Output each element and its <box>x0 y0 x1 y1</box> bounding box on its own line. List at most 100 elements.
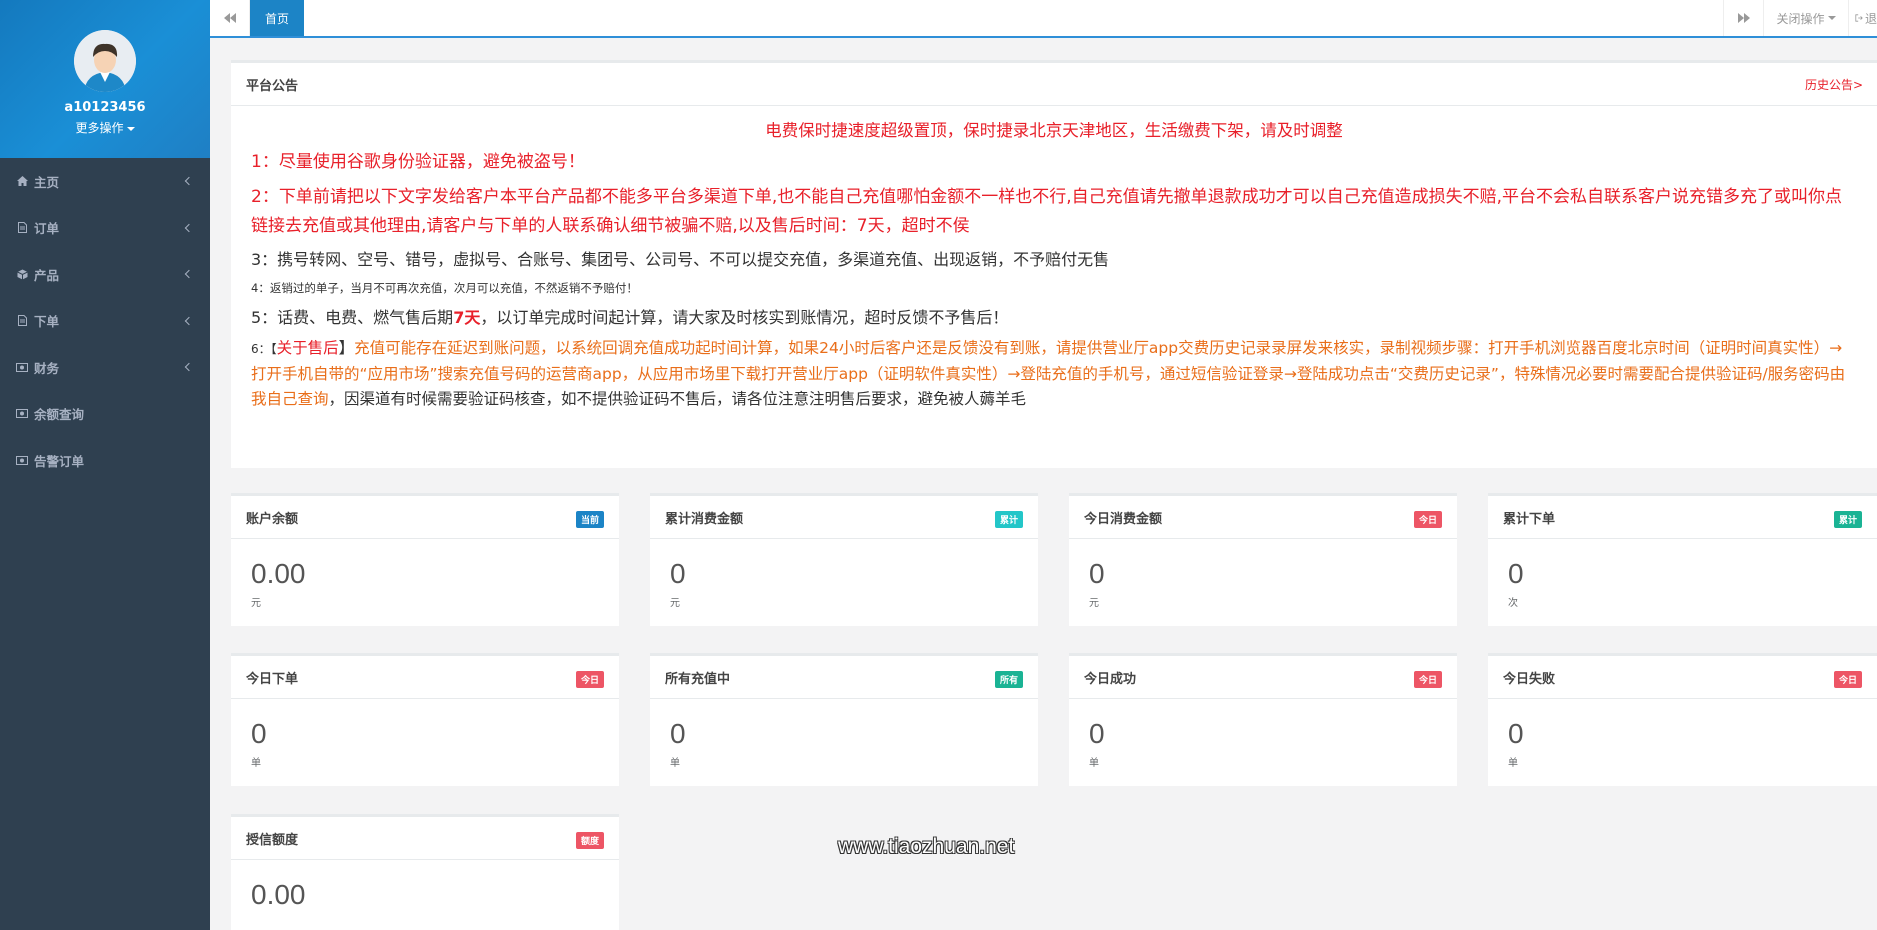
announcement-line-5: 5：话费、电费、燃气售后期7天，以订单完成时间起计算，请大家及时核实到账情况，超… <box>251 303 1857 332</box>
stat-card-unit: 次 <box>1508 598 1518 609</box>
stat-card-value: 0 <box>670 718 686 749</box>
stat-card-value: 0 <box>670 558 686 589</box>
sidebar-item-products[interactable]: 产品 <box>0 251 210 298</box>
history-announcements-link[interactable]: 历史公告> <box>1805 76 1863 93</box>
stat-card-title: 今日成功 <box>1084 671 1137 687</box>
stat-card-title: 授信额度 <box>246 832 299 848</box>
stat-card-title: 累计下单 <box>1503 511 1556 527</box>
announcement-panel: 平台公告 历史公告> 电费保时捷速度超级置顶，保时捷录北京天津地区，生活缴费下架… <box>231 60 1877 468</box>
stat-card-title: 累计消费金额 <box>665 511 744 527</box>
announcement-line-2: 2：下单前请把以下文字发给客户本平台产品都不能多平台多渠道下单,也不能自己充值哪… <box>251 187 1843 236</box>
announcement-line-5-c: ，以订单完成时间起计算，请大家及时核实到账情况，超时反馈不予售后！ <box>480 308 1009 327</box>
stat-card-today-spent: 今日消费金额 今日 0 元 <box>1069 493 1457 626</box>
money-icon <box>16 455 28 465</box>
stat-card-unit: 单 <box>670 758 680 769</box>
top-tab-bar: 首页 关闭操作 退 <box>210 0 1877 38</box>
cube-icon <box>16 269 28 280</box>
more-actions-dropdown[interactable]: 更多操作 <box>75 119 135 136</box>
stat-card-title: 账户余额 <box>246 511 299 527</box>
avatar-image <box>74 30 136 92</box>
sidebar-item-alert-orders[interactable]: 告警订单 <box>0 437 210 484</box>
announcement-line-6-tag: 关于售后 <box>276 339 339 357</box>
stat-card-header: 所有充值中 所有 <box>650 656 1038 699</box>
stat-card-badge: 所有 <box>994 671 1023 688</box>
stat-card-unit: 单 <box>1508 758 1518 769</box>
stat-card-header: 累计下单 累计 <box>1488 496 1877 539</box>
avatar[interactable] <box>74 30 136 92</box>
sidebar-item-label: 财务 <box>34 360 60 376</box>
announcement-header: 平台公告 历史公告> <box>231 63 1877 106</box>
caret-down-icon <box>1827 16 1836 20</box>
money-icon <box>16 409 28 419</box>
sidebar-item-balance-query[interactable]: 余额查询 <box>0 391 210 438</box>
stat-card-header: 今日失败 今日 <box>1488 656 1877 699</box>
stat-card-value: 0 <box>251 718 267 749</box>
caret-down-icon <box>126 126 135 131</box>
stat-card-header: 今日下单 今日 <box>231 656 619 699</box>
stat-card-title: 今日消费金额 <box>1084 511 1163 527</box>
tab-home[interactable]: 首页 <box>250 0 305 36</box>
announcement-line-1: 1：尽量使用谷歌身份验证器，避免被盗号！ <box>251 152 585 172</box>
file-icon <box>16 222 28 234</box>
stat-card-badge: 今日 <box>575 671 604 688</box>
stat-card-unit: 元 <box>670 598 680 609</box>
money-icon <box>16 362 28 372</box>
stat-card-badge: 今日 <box>1833 671 1862 688</box>
announcement-line-5-highlight: 7天 <box>453 308 481 327</box>
stat-card-header: 今日成功 今日 <box>1069 656 1457 699</box>
logout-button[interactable]: 退 <box>1848 0 1877 36</box>
stat-card-title: 今日下单 <box>246 671 299 687</box>
sidebar-item-place-order[interactable]: 下单 <box>0 298 210 345</box>
stat-card-header: 账户余额 当前 <box>231 496 619 539</box>
close-operations-dropdown[interactable]: 关闭操作 <box>1763 0 1848 36</box>
stat-card-today-orders: 今日下单 今日 0 单 <box>231 653 619 786</box>
announcement-body: 电费保时捷速度超级置顶，保时捷录北京天津地区，生活缴费下架，请及时调整 1：尽量… <box>231 106 1877 412</box>
announcement-line-4: 4：返销过的单子，当月不可再次充值，次月可以充值，不然返销不予赔付！ <box>251 281 638 295</box>
watermark: www.tiaozhuan.net <box>838 835 1015 858</box>
sidebar-item-orders[interactable]: 订单 <box>0 205 210 252</box>
announcement-line-6-tail: ，因渠道有时候需要验证码核查，如不提供验证码不售后，请各位注意注明售后要求，避免… <box>328 390 1027 408</box>
scroll-tabs-left-button[interactable] <box>210 0 250 36</box>
stat-card-today-failed: 今日失败 今日 0 单 <box>1488 653 1877 786</box>
stat-card-credit-limit: 授信额度 额度 0.00 <box>231 814 619 930</box>
logout-label: 退 <box>1864 11 1877 26</box>
double-chevron-left-icon <box>223 13 236 23</box>
stat-card-value: 0.00 <box>251 558 306 589</box>
stat-card-all-recharging: 所有充值中 所有 0 单 <box>650 653 1038 786</box>
double-chevron-right-icon <box>1737 13 1750 23</box>
announcement-headline: 电费保时捷速度超级置顶，保时捷录北京天津地区，生活缴费下架，请及时调整 <box>765 121 1343 140</box>
stat-card-value: 0 <box>1089 718 1105 749</box>
sidebar-item-label: 产品 <box>34 267 60 283</box>
announcement-line-6-prefix: 6：【 <box>251 342 277 356</box>
stat-card-header: 累计消费金额 累计 <box>650 496 1038 539</box>
sidebar-item-home[interactable]: 主页 <box>0 158 210 205</box>
stat-card-value: 0 <box>1508 718 1524 749</box>
announcement-line-6-bracket: 】 <box>338 339 355 357</box>
sidebar-item-label: 下单 <box>34 314 60 330</box>
stat-card-badge: 累计 <box>994 511 1023 528</box>
stat-card-title: 今日失败 <box>1503 671 1556 687</box>
announcement-line-6: 6：【关于售后】充值可能存在延迟到账问题，以系统回调充值成功起时间计算，如果24… <box>251 336 1857 412</box>
stat-card-today-success: 今日成功 今日 0 单 <box>1069 653 1457 786</box>
more-actions-label: 更多操作 <box>75 121 124 135</box>
chevron-left-icon <box>184 177 194 186</box>
stat-card-value: 0 <box>1089 558 1105 589</box>
chevron-left-icon <box>184 223 194 232</box>
stat-card-badge: 今日 <box>1413 511 1442 528</box>
sidebar-item-label: 余额查询 <box>34 407 85 423</box>
sidebar-nav: 主页 订单 产品 下单 财务 余额查询 告警订单 <box>0 158 210 484</box>
sign-out-icon <box>1855 14 1863 22</box>
file-icon <box>16 315 28 327</box>
stat-card-badge: 今日 <box>1413 671 1442 688</box>
stat-card-unit: 单 <box>1089 758 1099 769</box>
sidebar-item-finance[interactable]: 财务 <box>0 344 210 391</box>
stat-card-header: 今日消费金额 今日 <box>1069 496 1457 539</box>
sidebar-item-label: 订单 <box>34 221 60 237</box>
main-content: 首页 关闭操作 退 平台公告 历史公告> 电费保时捷速度超级置顶，保时捷录北京天… <box>210 0 1877 930</box>
sidebar: a10123456 更多操作 主页 订单 产品 下单 财务 余额查询 告警订单 <box>0 0 210 930</box>
sidebar-item-label: 主页 <box>34 174 60 190</box>
stat-card-badge: 当前 <box>575 511 604 528</box>
scroll-tabs-right-button[interactable] <box>1723 0 1763 36</box>
stat-card-value: 0 <box>1508 558 1524 589</box>
stat-card-total-spent: 累计消费金额 累计 0 元 <box>650 493 1038 626</box>
